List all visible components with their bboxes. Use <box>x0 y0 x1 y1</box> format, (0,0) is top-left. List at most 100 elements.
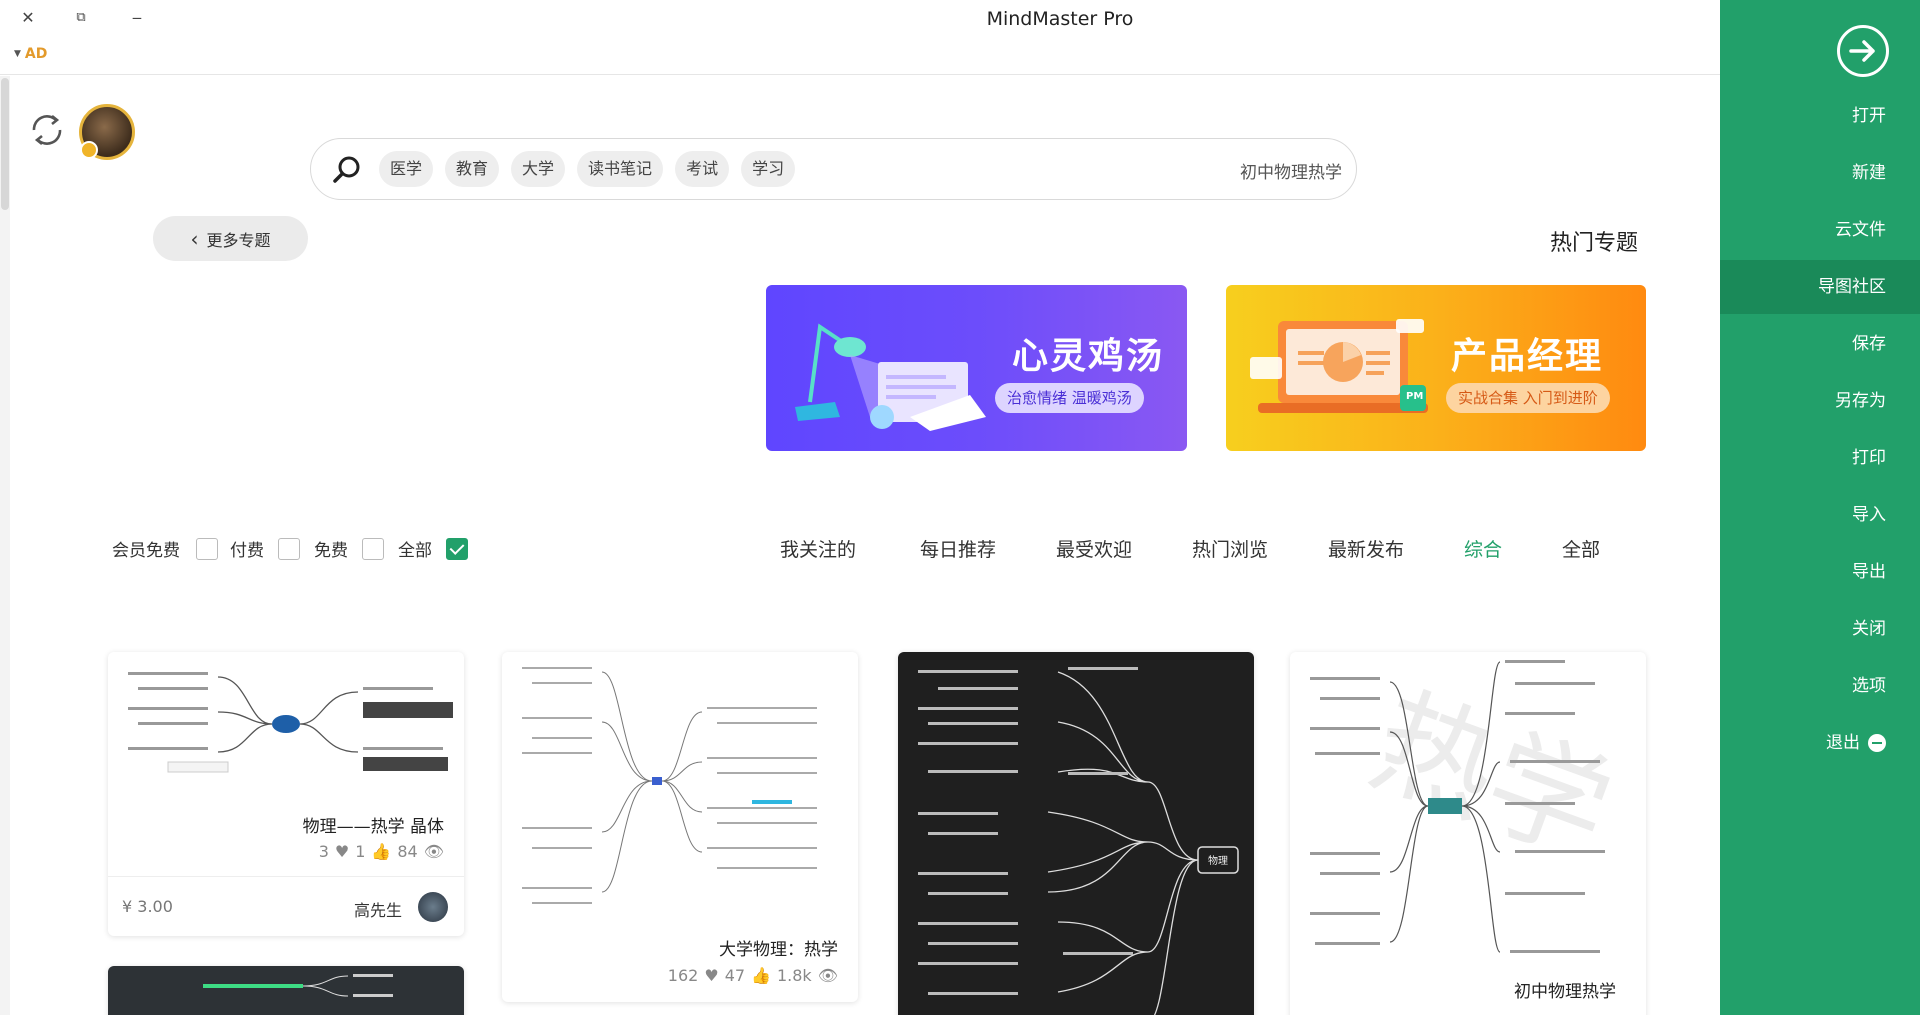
banner-product-manager[interactable]: PM 产品经理 实战合集 入门到进阶 <box>1226 285 1646 451</box>
mindmap-thumbnail: 热学 <box>1310 660 1628 953</box>
search-query[interactable]: 初中物理热学 <box>1240 158 1342 183</box>
app-title: MindMaster Pro <box>986 8 1134 30</box>
likes-count: 47 <box>724 966 746 985</box>
exit-label: 退出 <box>1826 733 1860 753</box>
more-topics-label: 更多专题 <box>206 230 271 250</box>
favs-count: 162 <box>667 966 699 985</box>
tab-following[interactable]: 我关注的 <box>780 535 856 562</box>
tab-daily-picks[interactable]: 每日推荐 <box>920 535 996 562</box>
views-count: 84 <box>397 842 418 861</box>
thumbs-up-icon[interactable]: 👍 <box>751 966 771 985</box>
center-node-label: 物理 <box>1208 854 1228 867</box>
tag-university[interactable]: 大学 <box>511 151 566 187</box>
card-stats: 3 ♥ 1 👍 84 👁 <box>319 842 444 861</box>
open-arrow-icon[interactable] <box>1837 25 1889 77</box>
sidebar: 打开 新建 云文件 导图社区 保存 另存为 打印 导入 导出 关闭 选项 退出 <box>1720 0 1920 1015</box>
sidebar-item-options[interactable]: 选项 <box>1726 659 1886 713</box>
tab-all[interactable]: 全部 <box>1562 535 1600 562</box>
tag-study[interactable]: 学习 <box>741 151 796 187</box>
minus-circle-icon <box>1868 734 1886 752</box>
sidebar-item-print[interactable]: 打印 <box>1726 431 1886 485</box>
banner-title: 心灵鸡汤 <box>1012 336 1165 377</box>
sidebar-item-import[interactable]: 导入 <box>1726 488 1886 542</box>
sidebar-item-exit[interactable]: 退出 <box>1726 716 1886 770</box>
search-bar[interactable]: 医学 教育 大学 读书笔记 考试 学习 初中物理热学 <box>310 138 1357 200</box>
filter-free-checkbox[interactable] <box>362 538 384 560</box>
laptop-illustration <box>1250 319 1428 413</box>
mindmap-thumbnail <box>203 974 393 997</box>
caret-down-icon: ▼ <box>14 49 21 59</box>
tab-most-liked[interactable]: 最受欢迎 <box>1056 535 1132 562</box>
minimize-icon[interactable]: ‒ <box>122 4 152 30</box>
tag-reading-notes[interactable]: 读书笔记 <box>577 151 664 187</box>
ad-label: AD <box>24 46 48 62</box>
sidebar-item-new[interactable]: 新建 <box>1726 146 1886 200</box>
banner-chicken-soup[interactable]: 心灵鸡汤 治愈情绪 温暖鸡汤 <box>766 285 1187 451</box>
banner-title: 产品经理 <box>1451 336 1604 377</box>
sync-icon[interactable] <box>26 109 68 151</box>
more-topics-button[interactable]: ‹ 更多专题 <box>153 216 308 261</box>
filter-all-label: 全部 <box>398 541 432 561</box>
heart-icon[interactable]: ♥ <box>704 966 718 985</box>
heart-icon[interactable]: ♥ <box>335 842 349 861</box>
divider <box>0 74 1720 75</box>
likes-count: 1 <box>355 842 366 861</box>
chevron-left-icon: ‹ <box>190 226 199 251</box>
pm-badge: PM <box>1406 391 1424 402</box>
filter-vip-free-checkbox[interactable] <box>196 538 218 560</box>
tab-comprehensive[interactable]: 综合 <box>1464 535 1502 562</box>
sidebar-item-save[interactable]: 保存 <box>1726 317 1886 371</box>
sidebar-item-community[interactable]: 导图社区 <box>1720 260 1920 314</box>
sidebar-item-close[interactable]: 关闭 <box>1726 602 1886 656</box>
lamp-illustration <box>795 323 986 431</box>
author-avatar[interactable] <box>418 892 448 922</box>
avatar[interactable] <box>79 104 135 160</box>
eye-icon: 👁 <box>423 842 444 861</box>
card-title: 初中物理热学 <box>1514 982 1616 1002</box>
mindmap-thumbnail <box>522 667 817 904</box>
tag-exam[interactable]: 考试 <box>675 151 730 187</box>
mindmap-thumbnail <box>128 672 453 773</box>
mindmap-card[interactable]: 大学物理：热学 162 ♥ 47 👍 1.8k 👁 <box>502 652 858 1002</box>
author-name[interactable]: 高先生 <box>354 897 402 921</box>
filter-paid-checkbox[interactable] <box>278 538 300 560</box>
sidebar-item-open[interactable]: 打开 <box>1726 89 1886 143</box>
search-icon[interactable] <box>332 155 362 185</box>
category-tabs: 全部 综合 最新发布 热门浏览 最受欢迎 每日推荐 我关注的 <box>780 535 1604 565</box>
tab-popular-views[interactable]: 热门浏览 <box>1192 535 1268 562</box>
banner-subtitle: 实战合集 入门到进阶 <box>1446 383 1610 413</box>
filter-free-label: 免费 <box>314 541 348 561</box>
eye-icon: 👁 <box>817 966 838 985</box>
filter-vip-free-label: 会员免费 <box>112 541 180 561</box>
ad-dropdown[interactable]: ▼ AD <box>14 46 47 62</box>
tab-latest[interactable]: 最新发布 <box>1328 535 1404 562</box>
scrollbar[interactable] <box>0 76 10 1015</box>
close-icon[interactable]: ✕ <box>13 4 43 30</box>
mindmap-card[interactable]: 物理 <box>898 652 1254 1015</box>
scrollbar-thumb[interactable] <box>1 78 9 210</box>
hot-topics-title: 热门专题 <box>1550 231 1639 256</box>
mindmap-card[interactable]: 物理——热学 晶体 3 ♥ 1 👍 84 👁 高先生 ¥ 3.00 <box>108 652 464 936</box>
vip-badge-icon <box>80 141 98 159</box>
sidebar-item-cloud[interactable]: 云文件 <box>1726 203 1886 257</box>
mindmap-card[interactable]: 热学 初中物理热学 <box>1290 652 1646 1015</box>
title-bar: ✕ ⧉ ‒ MindMaster Pro <box>0 0 1720 38</box>
price: ¥ 3.00 <box>122 897 173 916</box>
filter-paid-label: 付费 <box>230 541 264 561</box>
app-window: { "window": {"title": "MindMaster Pro", … <box>0 0 1920 1015</box>
divider <box>108 876 464 877</box>
mindmap-card[interactable] <box>108 966 464 1015</box>
sidebar-item-export[interactable]: 导出 <box>1726 545 1886 599</box>
card-stats: 162 ♥ 47 👍 1.8k 👁 <box>668 966 838 985</box>
tag-education[interactable]: 教育 <box>445 151 500 187</box>
filter-all-checkbox[interactable] <box>446 538 468 560</box>
tag-medicine[interactable]: 医学 <box>379 151 434 187</box>
card-title: 大学物理：热学 <box>719 940 838 960</box>
thumbs-up-icon[interactable]: 👍 <box>371 842 391 861</box>
restore-icon[interactable]: ⧉ <box>66 4 96 30</box>
views-count: 1.8k <box>776 966 812 985</box>
tag-list: 医学 教育 大学 读书笔记 考试 学习 <box>379 151 796 187</box>
favs-count: 3 <box>318 842 329 861</box>
sidebar-item-save-as[interactable]: 另存为 <box>1726 374 1886 428</box>
card-title: 物理——热学 晶体 <box>302 817 444 837</box>
